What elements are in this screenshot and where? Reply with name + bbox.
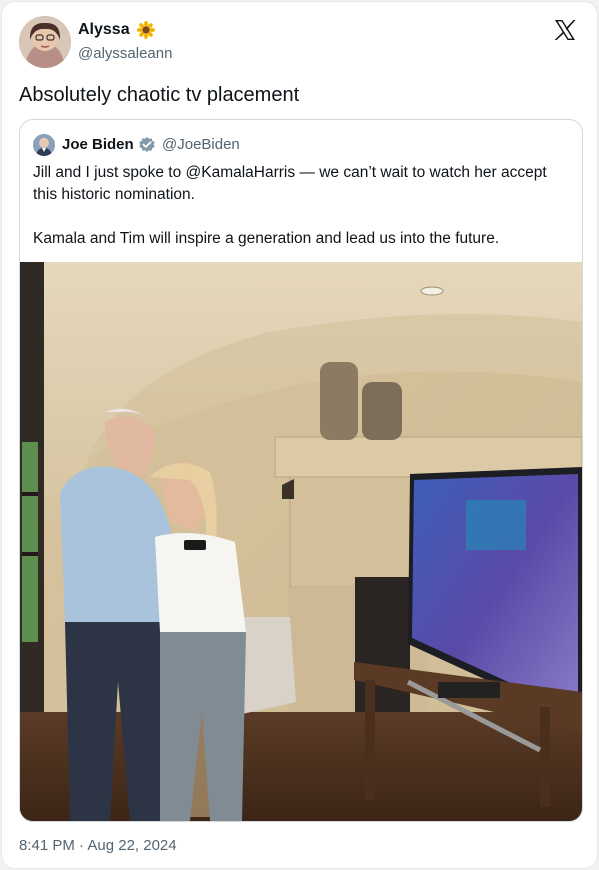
tweet-text: Absolutely chaotic tv placement [19,84,300,106]
photo[interactable] [20,262,582,821]
author-avatar[interactable] [19,16,71,68]
quoted-handle[interactable]: @JoeBiden [162,136,240,153]
tweet-timestamp[interactable]: 8:41 PM · Aug 22, 2024 [19,837,177,854]
x-logo-icon[interactable] [553,18,577,42]
quoted-paragraph: Kamala and Tim will inspire a generation… [33,230,500,247]
quoted-author-avatar[interactable] [33,134,55,156]
quoted-display-name[interactable]: Joe Biden [62,136,134,153]
author-display-name[interactable]: Alyssa [78,21,130,39]
quoted-tweet[interactable]: Joe Biden @JoeBiden Jill and I just spok… [19,119,583,822]
author-handle[interactable]: @alyssaleann [78,45,172,62]
sunflower-icon [136,20,156,40]
verified-badge-icon [138,136,156,154]
quoted-text: Jill and I just spoke to @KamalaHarris —… [33,162,563,250]
tweet-card: Alyssa @alyssaleann Absolutely chaotic t… [1,1,598,869]
quoted-paragraph: Jill and I just spoke to @KamalaHarris —… [33,164,547,203]
